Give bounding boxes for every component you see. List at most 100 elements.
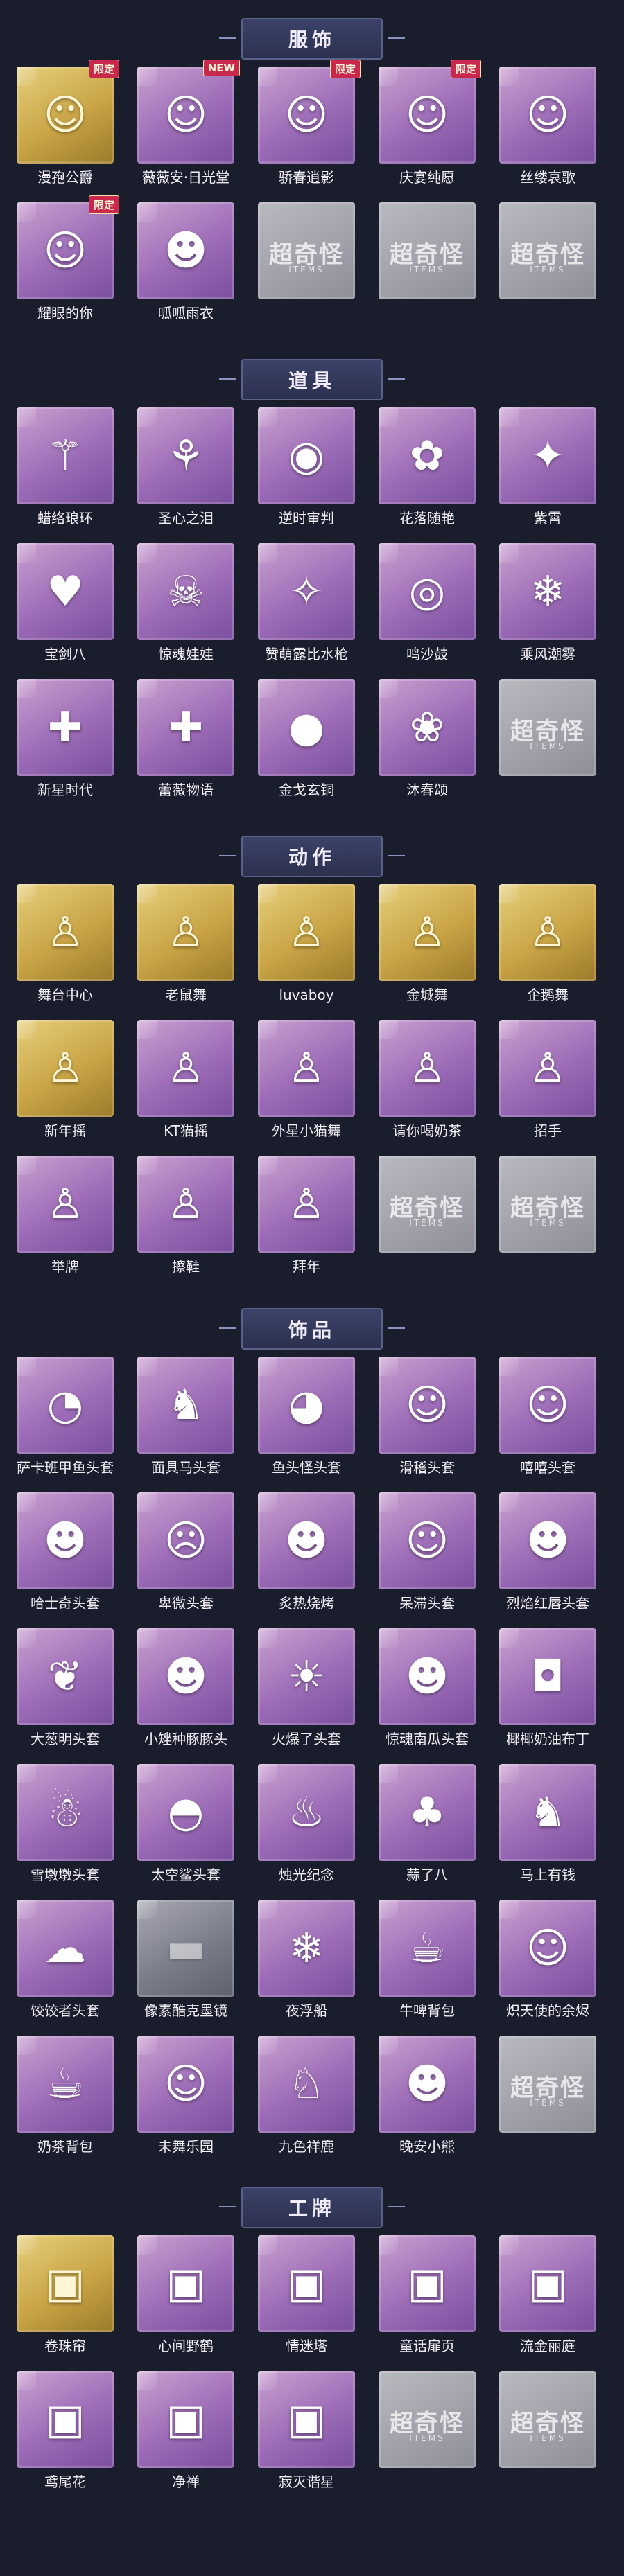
item-tile[interactable]: ▣ 净禅 xyxy=(137,2371,234,2490)
item-tile[interactable]: ☹ 卑微头套 xyxy=(137,1492,234,1612)
item-tile[interactable]: ⚚ 蜡络琅环 xyxy=(17,407,114,527)
item-card[interactable]: ☻ xyxy=(499,1492,596,1589)
item-card[interactable]: ❄ xyxy=(258,1900,355,1997)
item-card[interactable]: ☕ xyxy=(379,1900,476,1997)
item-tile[interactable]: ♙ 金城舞 xyxy=(379,884,476,1003)
item-tile[interactable]: ☻ 呱呱雨衣 xyxy=(137,202,234,321)
item-tile[interactable]: ♞ 面具马头套 xyxy=(137,1357,234,1476)
item-tile[interactable]: ☺ 限定 庆宴纯愿 xyxy=(379,60,481,186)
item-tile[interactable]: ▬ 像素酷克墨镜 xyxy=(137,1900,234,2019)
item-tile[interactable]: ☠ 惊魂娃娃 xyxy=(137,543,234,662)
item-card[interactable]: ♙ xyxy=(17,1156,114,1253)
item-card[interactable]: ◎ xyxy=(379,543,476,640)
item-card[interactable]: ☻ xyxy=(379,2036,476,2133)
item-tile[interactable]: ▣ 心间野鹤 xyxy=(137,2235,234,2354)
item-card[interactable]: ▣ xyxy=(379,2235,476,2332)
item-card[interactable]: ▣ xyxy=(17,2371,114,2468)
item-tile[interactable]: ☕ 牛啤背包 xyxy=(379,1900,476,2019)
item-card[interactable]: ♙ xyxy=(499,884,596,981)
item-card[interactable]: ☻ xyxy=(379,1628,476,1725)
item-tile[interactable]: ⚘ 圣心之泪 xyxy=(137,407,234,527)
item-card[interactable]: ⚚ xyxy=(17,407,114,504)
item-tile[interactable]: ♙ 擦鞋 xyxy=(137,1156,234,1275)
item-card[interactable]: ✦ xyxy=(499,407,596,504)
item-card[interactable]: ☻ xyxy=(137,1628,234,1725)
item-tile[interactable]: ☃ 雪墩墩头套 xyxy=(17,1764,114,1883)
item-tile[interactable]: ☺ NEW 薇薇安·日光堂 xyxy=(137,60,240,186)
item-tile[interactable]: ♙ 请你喝奶茶 xyxy=(379,1020,476,1139)
item-tile[interactable]: ☺ 滑稽头套 xyxy=(379,1357,476,1476)
item-tile[interactable]: ● 金戈玄铜 xyxy=(258,679,355,798)
item-card[interactable]: ☺ xyxy=(499,1900,596,1997)
item-tile[interactable]: ▣ 卷珠帘 xyxy=(17,2235,114,2354)
item-card[interactable]: ♞ xyxy=(499,1764,596,1861)
item-card[interactable]: ♙ xyxy=(258,884,355,981)
item-card[interactable]: ✚ xyxy=(137,679,234,776)
item-card[interactable]: ● xyxy=(258,679,355,776)
item-card[interactable]: ☁ xyxy=(17,1900,114,1997)
item-tile[interactable]: ♣ 蒜了八 xyxy=(379,1764,476,1883)
item-card[interactable]: ◉ xyxy=(258,407,355,504)
item-tile[interactable]: ◘ 椰椰奶油布丁 xyxy=(499,1628,596,1747)
item-card[interactable]: ☺ xyxy=(379,67,476,164)
item-card[interactable]: ♙ xyxy=(258,1156,355,1253)
item-tile[interactable]: ▣ 鸢尾花 xyxy=(17,2371,114,2490)
item-card[interactable]: ♙ xyxy=(258,1020,355,1117)
item-card[interactable]: ◕ xyxy=(258,1357,355,1454)
item-card[interactable]: ◘ xyxy=(499,1628,596,1725)
item-card[interactable]: ♥ xyxy=(17,543,114,640)
item-card[interactable]: ◔ xyxy=(17,1357,114,1454)
item-card[interactable]: ☺ xyxy=(379,1357,476,1454)
item-card[interactable]: ☀ xyxy=(258,1628,355,1725)
item-card[interactable]: ☺ xyxy=(258,67,355,164)
item-card[interactable]: ⚘ xyxy=(137,407,234,504)
item-tile[interactable]: ✦ 紫霄 xyxy=(499,407,596,527)
item-card[interactable]: ▣ xyxy=(258,2371,355,2468)
item-card[interactable]: ☻ xyxy=(258,1492,355,1589)
item-tile[interactable]: ♙ KT猫摇 xyxy=(137,1020,234,1139)
item-card[interactable]: ✿ xyxy=(379,407,476,504)
item-card[interactable]: ☕ xyxy=(17,2036,114,2133)
item-card[interactable]: ☺ xyxy=(137,67,234,164)
item-tile[interactable]: ☺ 丝缕哀歌 xyxy=(499,67,596,186)
item-tile[interactable]: ☻ 小矬种豚豚头 xyxy=(137,1628,234,1747)
item-tile[interactable]: ☺ 嘻嘻头套 xyxy=(499,1357,596,1476)
item-tile[interactable]: ☺ 限定 骄春逍影 xyxy=(258,60,361,186)
item-card[interactable]: ☻ xyxy=(137,202,234,299)
item-card[interactable]: ♙ xyxy=(17,1020,114,1117)
item-tile[interactable]: ♙ 企鹅舞 xyxy=(499,884,596,1003)
item-card[interactable]: ☺ xyxy=(499,67,596,164)
item-tile[interactable]: ♨ 烛光纪念 xyxy=(258,1764,355,1883)
item-tile[interactable]: ▣ 寂灭谐星 xyxy=(258,2371,355,2490)
item-card[interactable]: ❦ xyxy=(17,1628,114,1725)
item-card[interactable]: ☺ xyxy=(17,67,114,164)
item-card[interactable]: ▣ xyxy=(258,2235,355,2332)
item-tile[interactable]: ☺ 呆滞头套 xyxy=(379,1492,476,1612)
item-card[interactable]: ☺ xyxy=(499,1357,596,1454)
item-tile[interactable]: ◕ 鱼头怪头套 xyxy=(258,1357,355,1476)
item-tile[interactable]: ♥ 宝剑八 xyxy=(17,543,114,662)
item-card[interactable]: ▣ xyxy=(499,2235,596,2332)
item-card[interactable]: ♙ xyxy=(137,884,234,981)
item-card[interactable]: ☠ xyxy=(137,543,234,640)
item-tile[interactable]: ♙ 拜年 xyxy=(258,1156,355,1275)
item-card[interactable]: ☺ xyxy=(17,202,114,299)
item-tile[interactable]: ◓ 太空鲨头套 xyxy=(137,1764,234,1883)
item-card[interactable]: ♙ xyxy=(379,1020,476,1117)
item-tile[interactable]: ◉ 逆时审判 xyxy=(258,407,355,527)
item-tile[interactable]: ♙ 老鼠舞 xyxy=(137,884,234,1003)
item-tile[interactable]: ☻ 晚安小熊 xyxy=(379,2036,476,2155)
item-tile[interactable]: ☺ 限定 漫孢公爵 xyxy=(17,60,119,186)
item-tile[interactable]: ❦ 大葱明头套 xyxy=(17,1628,114,1747)
item-card[interactable]: ♘ xyxy=(258,2036,355,2133)
item-tile[interactable]: ✧ 赞萌露比水枪 xyxy=(258,543,355,662)
item-card[interactable]: ☻ xyxy=(17,1492,114,1589)
item-card[interactable]: ♙ xyxy=(137,1156,234,1253)
item-tile[interactable]: ♙ 舞台中心 xyxy=(17,884,114,1003)
item-card[interactable]: ◓ xyxy=(137,1764,234,1861)
item-tile[interactable]: ❀ 沐春颂 xyxy=(379,679,476,798)
item-card[interactable]: ▬ xyxy=(137,1900,234,1997)
item-card[interactable]: ♙ xyxy=(379,884,476,981)
item-tile[interactable]: ♙ 招手 xyxy=(499,1020,596,1139)
item-tile[interactable]: ☕ 奶茶背包 xyxy=(17,2036,114,2155)
